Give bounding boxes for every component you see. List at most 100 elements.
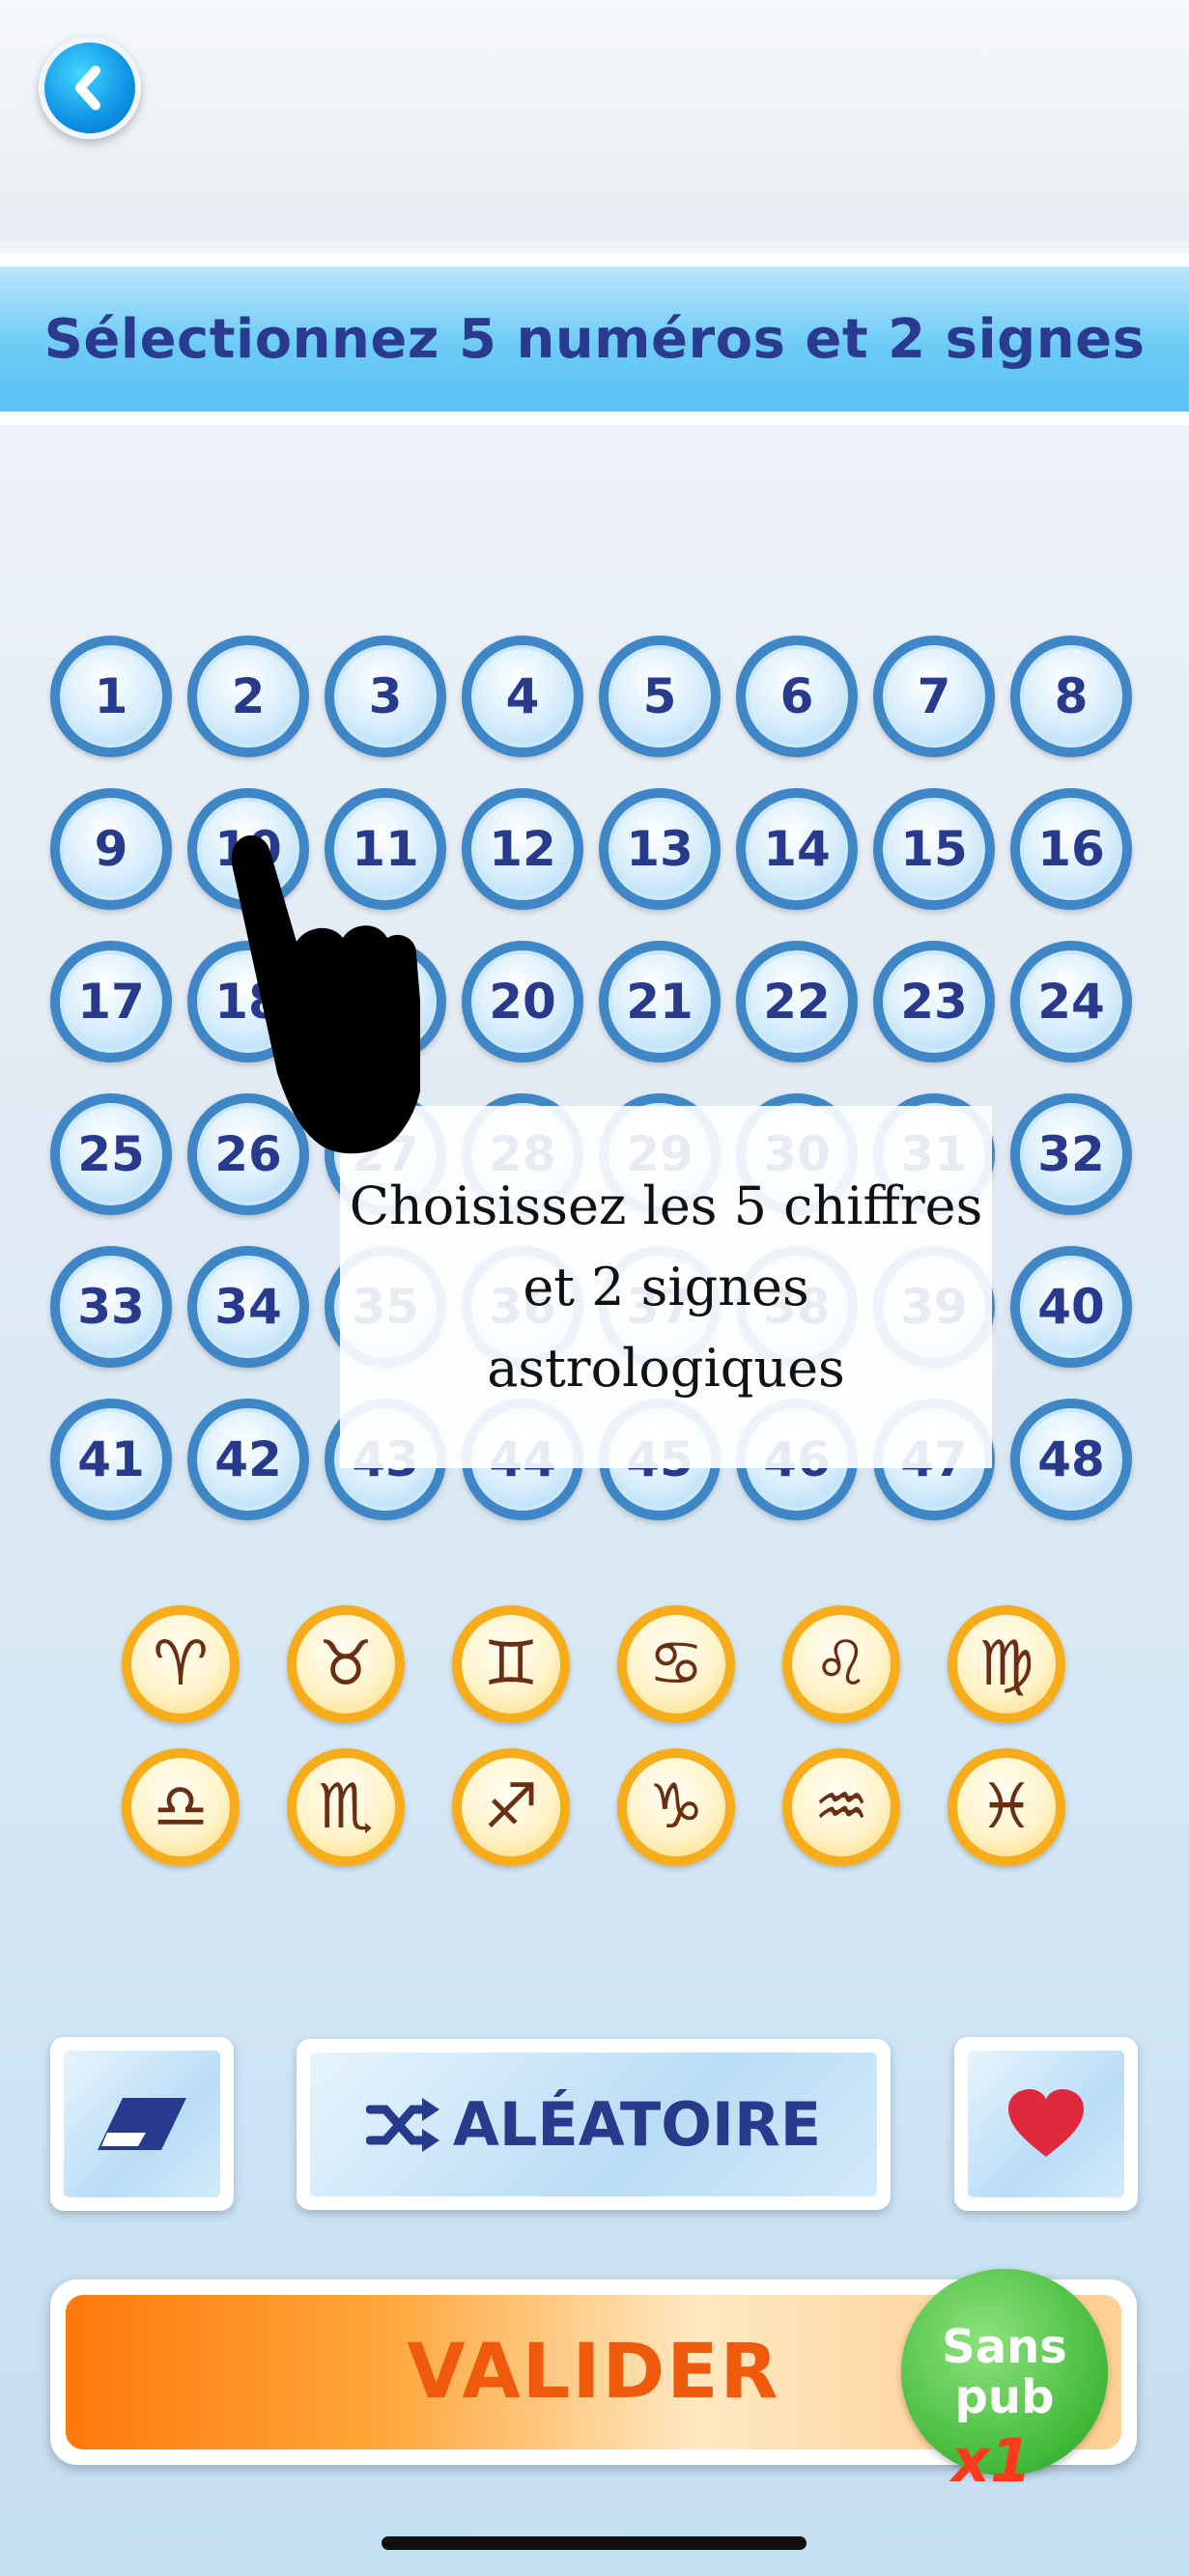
chevron-left-icon bbox=[75, 66, 100, 110]
zodiac-gemini-button[interactable]: ♊ bbox=[452, 1605, 570, 1723]
number-button-32[interactable]: 32 bbox=[1010, 1093, 1132, 1215]
number-button-1[interactable]: 1 bbox=[50, 636, 172, 757]
number-button-6[interactable]: 6 bbox=[736, 636, 858, 757]
zodiac-aquarius-button[interactable]: ♒ bbox=[782, 1748, 900, 1866]
back-button[interactable] bbox=[39, 37, 141, 139]
home-indicator bbox=[382, 2536, 807, 2550]
number-button-21[interactable]: 21 bbox=[599, 941, 721, 1062]
number-label: 34 bbox=[214, 1279, 282, 1335]
no-ads-badge[interactable]: Sans pub x1 bbox=[901, 2269, 1108, 2491]
number-button-8[interactable]: 8 bbox=[1010, 636, 1132, 757]
capricorn-icon: ♑ bbox=[648, 1771, 704, 1843]
hint-line-2: et 2 signes astrologiques bbox=[487, 1256, 845, 1399]
number-label: 33 bbox=[77, 1279, 145, 1335]
number-label: 32 bbox=[1037, 1126, 1105, 1182]
number-label: 14 bbox=[763, 821, 831, 877]
number-button-33[interactable]: 33 bbox=[50, 1246, 172, 1368]
number-button-7[interactable]: 7 bbox=[873, 636, 995, 757]
number-button-48[interactable]: 48 bbox=[1010, 1399, 1132, 1520]
number-button-5[interactable]: 5 bbox=[599, 636, 721, 757]
number-label: 12 bbox=[489, 821, 556, 877]
shuffle-icon bbox=[365, 2097, 439, 2152]
favorites-button[interactable] bbox=[954, 2037, 1138, 2211]
number-label: 21 bbox=[626, 974, 694, 1030]
heart-icon bbox=[1008, 2089, 1084, 2157]
gemini-icon: ♊ bbox=[483, 1628, 539, 1700]
number-label: 13 bbox=[626, 821, 694, 877]
cancer-icon: ♋ bbox=[648, 1628, 704, 1700]
number-button-20[interactable]: 20 bbox=[462, 941, 583, 1062]
number-button-34[interactable]: 34 bbox=[187, 1246, 309, 1368]
number-button-9[interactable]: 9 bbox=[50, 788, 172, 910]
number-button-13[interactable]: 13 bbox=[599, 788, 721, 910]
number-button-25[interactable]: 25 bbox=[50, 1093, 172, 1215]
badge-line-1: Sans bbox=[942, 2320, 1067, 2374]
virgo-icon: ♍ bbox=[978, 1628, 1034, 1700]
badge-line-2: pub bbox=[954, 2370, 1055, 2424]
number-button-40[interactable]: 40 bbox=[1010, 1246, 1132, 1368]
number-label: 6 bbox=[779, 668, 814, 724]
pisces-icon: ♓ bbox=[978, 1771, 1034, 1843]
taurus-icon: ♉ bbox=[318, 1628, 374, 1700]
zodiac-pisces-button[interactable]: ♓ bbox=[948, 1748, 1065, 1866]
hint-line-1: Choisissez les 5 chiffres bbox=[349, 1175, 983, 1236]
zodiac-virgo-button[interactable]: ♍ bbox=[948, 1605, 1065, 1723]
number-label: 17 bbox=[77, 974, 145, 1030]
number-label: 9 bbox=[94, 821, 128, 877]
banner-top-line bbox=[0, 253, 1189, 267]
zodiac-scorpio-button[interactable]: ♏ bbox=[287, 1748, 405, 1866]
number-label: 15 bbox=[900, 821, 968, 877]
zodiac-aries-button[interactable]: ♈ bbox=[122, 1605, 240, 1723]
aquarius-icon: ♒ bbox=[813, 1771, 869, 1843]
number-label: 20 bbox=[489, 974, 556, 1030]
number-label: 16 bbox=[1037, 821, 1105, 877]
eraser-icon bbox=[98, 2098, 186, 2150]
number-button-24[interactable]: 24 bbox=[1010, 941, 1132, 1062]
number-label: 23 bbox=[900, 974, 968, 1030]
number-label: 1 bbox=[94, 668, 128, 724]
number-button-17[interactable]: 17 bbox=[50, 941, 172, 1062]
number-label: 24 bbox=[1037, 974, 1105, 1030]
number-button-41[interactable]: 41 bbox=[50, 1399, 172, 1520]
number-button-15[interactable]: 15 bbox=[873, 788, 995, 910]
number-label: 25 bbox=[77, 1126, 145, 1182]
random-button[interactable]: ALÉATOIRE bbox=[297, 2039, 891, 2210]
number-label: 42 bbox=[214, 1431, 282, 1487]
zodiac-capricorn-button[interactable]: ♑ bbox=[617, 1748, 735, 1866]
number-label: 7 bbox=[917, 668, 951, 724]
zodiac-libra-button[interactable]: ♎ bbox=[122, 1748, 240, 1866]
number-label: 40 bbox=[1037, 1279, 1105, 1335]
number-button-16[interactable]: 16 bbox=[1010, 788, 1132, 910]
hint-tooltip: Choisissez les 5 chiffres et 2 signes as… bbox=[340, 1106, 992, 1468]
sagittarius-icon: ♐ bbox=[483, 1771, 539, 1843]
number-button-22[interactable]: 22 bbox=[736, 941, 858, 1062]
number-label: 41 bbox=[77, 1431, 145, 1487]
zodiac-cancer-button[interactable]: ♋ bbox=[617, 1605, 735, 1723]
number-label: 2 bbox=[231, 668, 266, 724]
number-button-4[interactable]: 4 bbox=[462, 636, 583, 757]
number-label: 5 bbox=[642, 668, 677, 724]
validate-label: VALIDER bbox=[407, 2329, 780, 2416]
number-button-23[interactable]: 23 bbox=[873, 941, 995, 1062]
number-button-2[interactable]: 2 bbox=[187, 636, 309, 757]
number-label: 22 bbox=[763, 974, 831, 1030]
scorpio-icon: ♏ bbox=[318, 1771, 374, 1843]
zodiac-taurus-button[interactable]: ♉ bbox=[287, 1605, 405, 1723]
number-label: 8 bbox=[1054, 668, 1089, 724]
zodiac-sagittarius-button[interactable]: ♐ bbox=[452, 1748, 570, 1866]
banner-bottom-line bbox=[0, 411, 1189, 425]
banner-title: Sélectionnez 5 numéros et 2 signes bbox=[43, 307, 1146, 371]
number-label: 4 bbox=[505, 668, 540, 724]
random-label: ALÉATOIRE bbox=[452, 2089, 822, 2160]
number-button-12[interactable]: 12 bbox=[462, 788, 583, 910]
number-button-14[interactable]: 14 bbox=[736, 788, 858, 910]
top-bar bbox=[0, 0, 1189, 241]
number-label: 48 bbox=[1037, 1431, 1105, 1487]
pointing-hand-icon bbox=[231, 835, 420, 1154]
zodiac-leo-button[interactable]: ♌ bbox=[782, 1605, 900, 1723]
libra-icon: ♎ bbox=[153, 1771, 209, 1843]
number-button-3[interactable]: 3 bbox=[325, 636, 446, 757]
aries-icon: ♈ bbox=[153, 1628, 209, 1700]
erase-button[interactable] bbox=[50, 2037, 234, 2211]
number-button-42[interactable]: 42 bbox=[187, 1399, 309, 1520]
